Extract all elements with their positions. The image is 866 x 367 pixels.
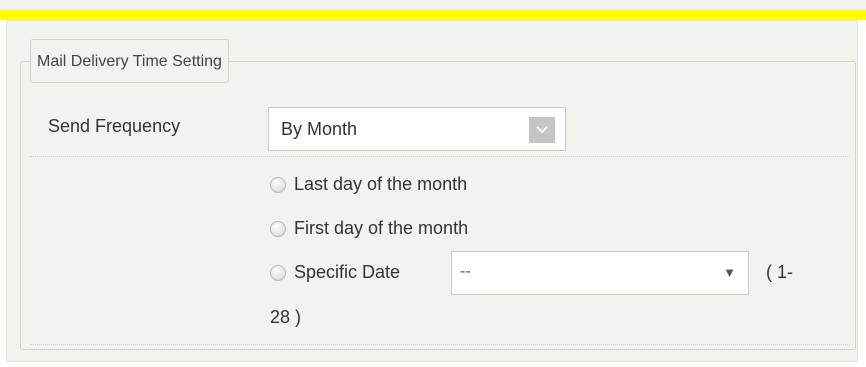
option-label: Specific Date [294, 262, 401, 282]
specific-date-select[interactable]: -- ▼ [451, 251, 749, 295]
send-frequency-value: By Month [281, 119, 358, 139]
triangle-down-icon[interactable]: ▼ [723, 265, 736, 280]
option-label: Last day of the month [294, 174, 468, 194]
option-label: First day of the month [294, 218, 469, 238]
radio-button[interactable] [270, 264, 286, 281]
row-divider [30, 344, 850, 345]
date-range-hint-end: 28 ) [270, 307, 302, 327]
mail-delivery-fieldset [20, 61, 856, 350]
radio-button[interactable] [270, 220, 286, 237]
option-specific-date[interactable]: Specific Date [270, 262, 400, 283]
row-divider [30, 156, 850, 157]
fieldset-legend: Mail Delivery Time Setting [30, 39, 229, 83]
send-frequency-select[interactable]: By Month [268, 107, 566, 151]
chevron-down-icon[interactable] [529, 117, 555, 143]
top-faded-strip [0, 0, 866, 10]
radio-button[interactable] [270, 176, 286, 193]
send-frequency-label: Send Frequency [48, 116, 181, 136]
option-first-day[interactable]: First day of the month [270, 218, 468, 239]
accent-bar [0, 10, 866, 20]
specific-date-value: -- [460, 263, 471, 280]
option-last-day[interactable]: Last day of the month [270, 174, 467, 195]
date-range-hint-start: ( 1- [766, 262, 793, 282]
